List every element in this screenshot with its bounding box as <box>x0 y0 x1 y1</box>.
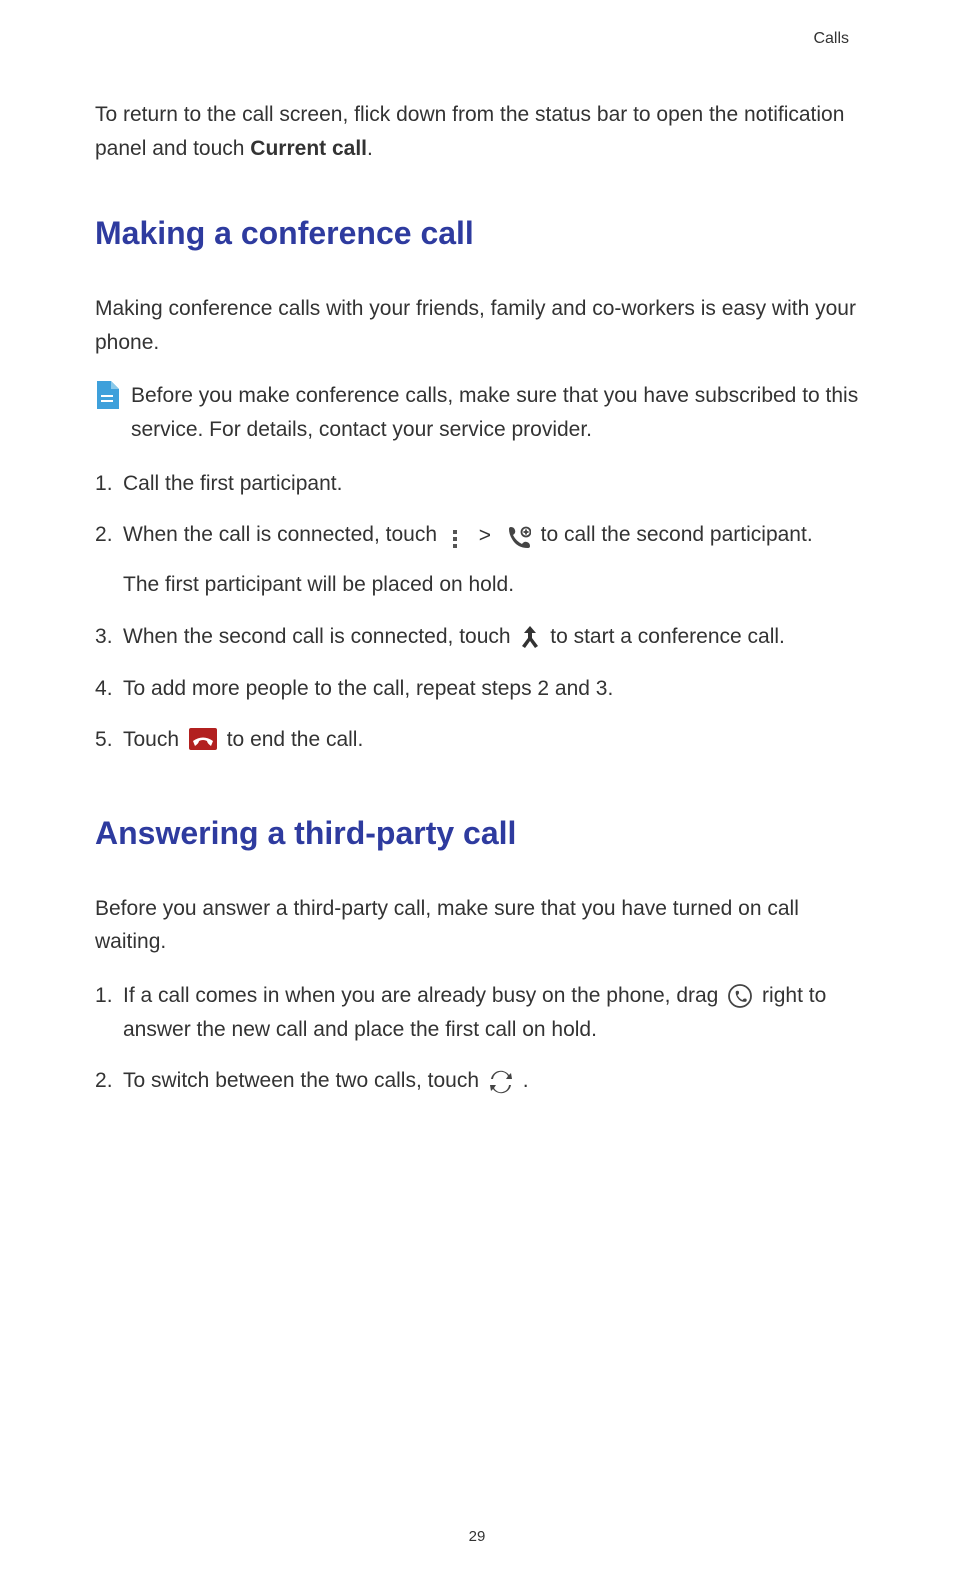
step-3: When the second call is connected, touch… <box>95 620 859 654</box>
intro-text-after: . <box>367 137 373 160</box>
section1-steps: Call the first participant. When the cal… <box>95 467 859 757</box>
section-heading-conference: Making a conference call <box>95 215 859 252</box>
s2-step2-text-b: . <box>523 1069 529 1092</box>
step3-text-a: When the second call is connected, touch <box>123 625 516 648</box>
page-number: 29 <box>0 1528 954 1545</box>
step5-text-b: to end the call. <box>227 728 364 751</box>
section2-step-2: To switch between the two calls, touch . <box>95 1064 859 1098</box>
step5-text-a: Touch <box>123 728 185 751</box>
step2-text-a: When the call is connected, touch <box>123 523 443 546</box>
answer-call-icon <box>728 984 752 1008</box>
page-header-chapter: Calls <box>95 30 859 48</box>
merge-calls-icon <box>520 625 540 649</box>
intro-paragraph: To return to the call screen, flick down… <box>95 98 859 165</box>
intro-bold: Current call <box>250 137 367 160</box>
section-heading-thirdparty: Answering a third-party call <box>95 815 859 852</box>
step-1: Call the first participant. <box>95 467 859 501</box>
step4-text: To add more people to the call, repeat s… <box>123 677 613 700</box>
step-4: To add more people to the call, repeat s… <box>95 672 859 706</box>
section2-intro: Before you answer a third-party call, ma… <box>95 892 859 959</box>
chevron-icon: > <box>479 519 491 553</box>
step3-text-b: to start a conference call. <box>550 625 785 648</box>
menu-icon <box>447 526 463 546</box>
note-block: Before you make conference calls, make s… <box>95 379 859 446</box>
section2-steps: If a call comes in when you are already … <box>95 979 859 1098</box>
note-icon <box>95 381 119 409</box>
add-call-icon <box>507 525 531 547</box>
note-text: Before you make conference calls, make s… <box>131 379 859 446</box>
step2-subtext: The first participant will be placed on … <box>123 568 859 602</box>
step-5: Touch to end the call. <box>95 723 859 757</box>
section2-step-1: If a call comes in when you are already … <box>95 979 859 1046</box>
step1-text: Call the first participant. <box>123 472 342 495</box>
swap-calls-icon <box>489 1070 513 1094</box>
section1-intro: Making conference calls with your friend… <box>95 292 859 359</box>
step-2: When the call is connected, touch > to c… <box>95 518 859 602</box>
end-call-icon <box>189 728 217 750</box>
step2-text-b: to call the second participant. <box>541 523 813 546</box>
intro-text-before: To return to the call screen, flick down… <box>95 103 844 160</box>
s2-step2-text-a: To switch between the two calls, touch <box>123 1069 485 1092</box>
s2-step1-text-a: If a call comes in when you are already … <box>123 984 724 1007</box>
